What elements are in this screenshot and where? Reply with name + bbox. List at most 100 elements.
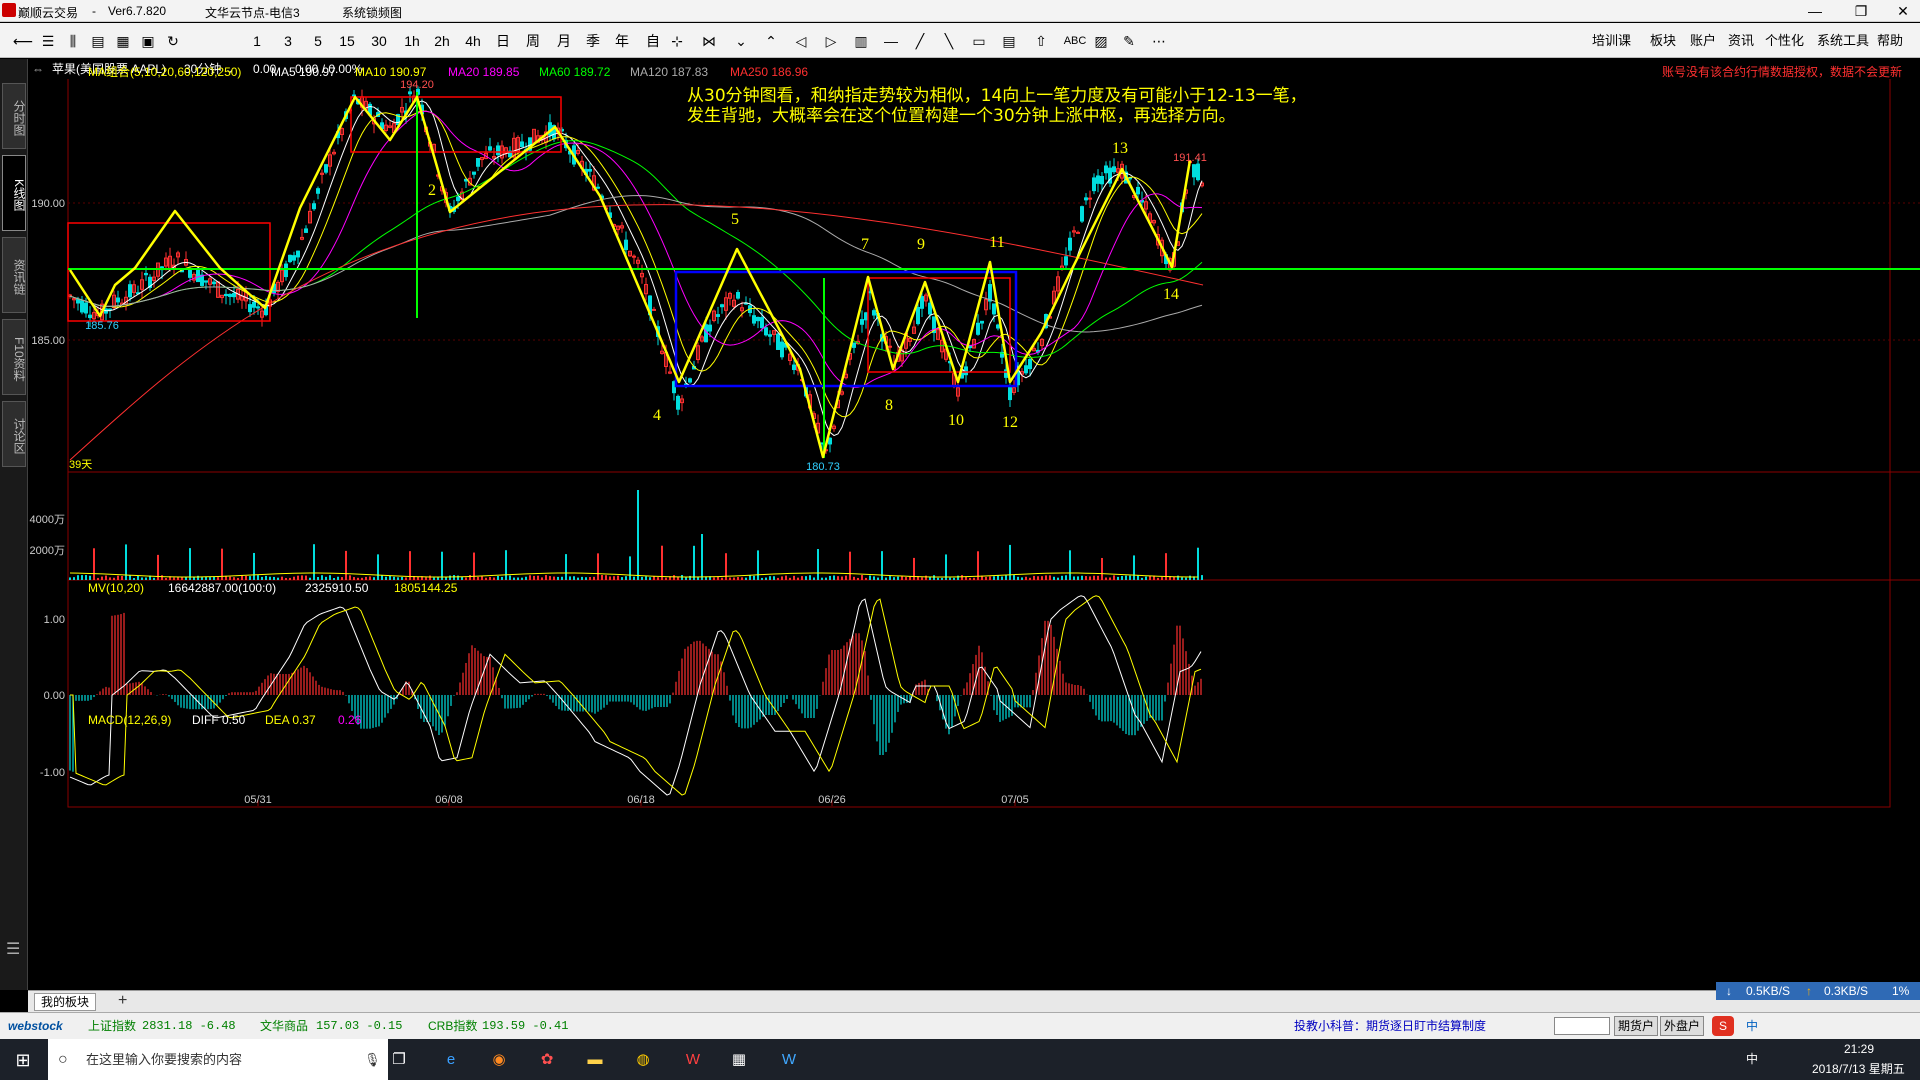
upload-icon: ↑ — [1806, 984, 1812, 998]
grid-icon[interactable]: ▦ — [112, 31, 134, 51]
period-button-13[interactable]: 自 — [640, 31, 666, 51]
doc-icon[interactable]: ▤ — [87, 31, 109, 51]
ime-mode[interactable]: 中 — [1746, 1013, 1758, 1039]
period-button-1[interactable]: 3 — [275, 31, 301, 51]
ticker1-name[interactable]: 上证指数 — [88, 1013, 136, 1039]
clock-time[interactable]: 21:29 — [1844, 1042, 1874, 1056]
up-arrow-icon[interactable]: ⇧ — [1030, 31, 1052, 51]
period-button-8[interactable]: 日 — [490, 31, 516, 51]
candle-body — [996, 324, 1000, 329]
futures-account-button[interactable]: 期货户 — [1614, 1016, 1659, 1036]
app-red-icon[interactable]: ✿ — [530, 1045, 564, 1075]
list-icon[interactable]: ☰ — [37, 31, 59, 51]
menu-item-5[interactable]: 系统工具 — [1817, 31, 1869, 51]
left-tab-2[interactable]: 资讯链 — [2, 237, 26, 313]
period-button-7[interactable]: 4h — [460, 31, 486, 51]
volume-label[interactable]: MV(10,20) — [88, 581, 144, 595]
period-button-4[interactable]: 30 — [366, 31, 392, 51]
close-button[interactable]: ✕ — [1888, 2, 1918, 20]
volume-bar — [141, 577, 143, 580]
fill-icon[interactable]: ▨ — [1090, 31, 1112, 51]
dropdown-icon[interactable]: ⇔ — [32, 59, 44, 79]
server-name: 文华云节点-电信3 — [205, 6, 300, 20]
windows-start-icon[interactable]: ⊞ — [6, 1045, 40, 1075]
sogou-ime-icon[interactable]: S — [1712, 1016, 1734, 1036]
period-button-12[interactable]: 年 — [609, 31, 635, 51]
collapse-icon[interactable]: ⌃ — [760, 31, 782, 51]
period-button-6[interactable]: 2h — [429, 31, 455, 51]
volume-bar — [281, 576, 283, 580]
volume-bar — [521, 577, 523, 580]
code-input[interactable] — [1554, 1017, 1610, 1035]
app-yellow-icon[interactable]: ◍ — [626, 1045, 660, 1075]
back-arrow-icon[interactable]: ⟵ — [12, 31, 34, 51]
menu-item-3[interactable]: 资讯 — [1728, 31, 1754, 51]
menu-item-0[interactable]: 培训课 — [1592, 31, 1631, 51]
left-tab-3[interactable]: F10资料 — [2, 319, 26, 395]
taskbar-search[interactable]: ○ 在这里输入你要搜索的内容 🎙 — [48, 1039, 388, 1080]
layout-icon[interactable]: ▥ — [850, 31, 872, 51]
ray-icon[interactable]: ╲ — [938, 31, 960, 51]
ma-combo-label[interactable]: MA组合(5,10,20,60,120,250) — [88, 65, 241, 79]
left-icon[interactable]: ◁ — [790, 31, 812, 51]
ticker2-value: 157.03 -0.15 — [316, 1019, 403, 1033]
menu-item-2[interactable]: 账户 — [1690, 31, 1716, 51]
minimize-button[interactable]: — — [1800, 2, 1830, 20]
hline-icon[interactable]: — — [880, 31, 902, 51]
left-tab-4[interactable]: 讨论区 — [2, 401, 26, 467]
wenhua-icon[interactable]: W — [676, 1045, 710, 1075]
browser-icon[interactable]: ◉ — [482, 1045, 516, 1075]
period-button-9[interactable]: 周 — [520, 31, 546, 51]
menu-item-6[interactable]: 帮助 — [1877, 31, 1903, 51]
notice-link[interactable]: 投教小科普：期货逐日盯市结算制度 — [1294, 1013, 1486, 1039]
expand-icon[interactable]: ⌄ — [730, 31, 752, 51]
rect-icon[interactable]: ▭ — [968, 31, 990, 51]
right-icon[interactable]: ▷ — [820, 31, 842, 51]
fx-account-button[interactable]: 外盘户 — [1660, 1016, 1705, 1036]
pen-icon[interactable]: ✎ — [1118, 31, 1140, 51]
macd-label[interactable]: MACD(12,26,9) — [88, 713, 171, 727]
grid2-icon[interactable]: ▤ — [998, 31, 1020, 51]
restore-button[interactable]: ❐ — [1846, 2, 1876, 20]
edge-icon[interactable]: e — [434, 1045, 468, 1075]
text-icon[interactable]: ABC — [1060, 31, 1090, 51]
kline-chart[interactable]: 190.00 185.00 4000万 2000万 1.00 0.00 -1.00 05/31… — [28, 65, 1920, 990]
period-button-3[interactable]: 15 — [334, 31, 360, 51]
period-button-0[interactable]: 1 — [244, 31, 270, 51]
sync-icon[interactable]: ⋈ — [698, 31, 720, 51]
save-icon[interactable]: ▣ — [137, 31, 159, 51]
more-icon[interactable]: ⋯ — [1148, 31, 1170, 51]
ticker2-name[interactable]: 文华商品 — [260, 1013, 308, 1039]
tab-my-sectors[interactable]: 我的板块 — [34, 993, 97, 1011]
candle-body — [204, 280, 208, 283]
volume-bar — [729, 577, 731, 580]
task-view-icon[interactable]: ❐ — [382, 1045, 416, 1075]
volume-bar — [393, 576, 395, 580]
calculator-icon[interactable]: ▦ — [722, 1045, 756, 1075]
menu-list-icon[interactable]: ☰ — [6, 939, 20, 959]
volume-bar — [965, 577, 967, 580]
ticker3-name[interactable]: CRB指数 — [428, 1013, 477, 1039]
period-button-2[interactable]: 5 — [305, 31, 331, 51]
left-tab-0[interactable]: 分时图 — [2, 83, 26, 149]
refresh-icon[interactable]: ↻ — [162, 31, 184, 51]
left-tab-1[interactable]: K线图 — [2, 155, 26, 231]
period-button-5[interactable]: 1h — [399, 31, 425, 51]
explorer-icon[interactable]: ▬ — [578, 1045, 612, 1075]
period-button-11[interactable]: 季 — [580, 31, 606, 51]
menu-item-4[interactable]: 个性化 — [1765, 31, 1804, 51]
volume-bar — [1057, 577, 1059, 580]
kline-icon[interactable]: ⫼ — [62, 31, 84, 51]
menu-item-1[interactable]: 板块 — [1650, 31, 1676, 51]
period-button-10[interactable]: 月 — [551, 31, 577, 51]
candle-body — [324, 164, 328, 173]
volume-bar — [949, 577, 951, 580]
cross-icon[interactable]: ⊹ — [666, 31, 688, 51]
clock-date[interactable]: 2018/7/13 星期五 — [1812, 1060, 1905, 1077]
candle-body — [256, 306, 260, 309]
add-tab-button[interactable]: + — [118, 992, 127, 1010]
tray-ime[interactable]: 中 — [1746, 1039, 1758, 1080]
search-placeholder: 在这里输入你要搜索的内容 — [86, 1052, 243, 1067]
app-blue-icon[interactable]: W — [772, 1045, 806, 1075]
line-icon[interactable]: ╱ — [909, 31, 931, 51]
